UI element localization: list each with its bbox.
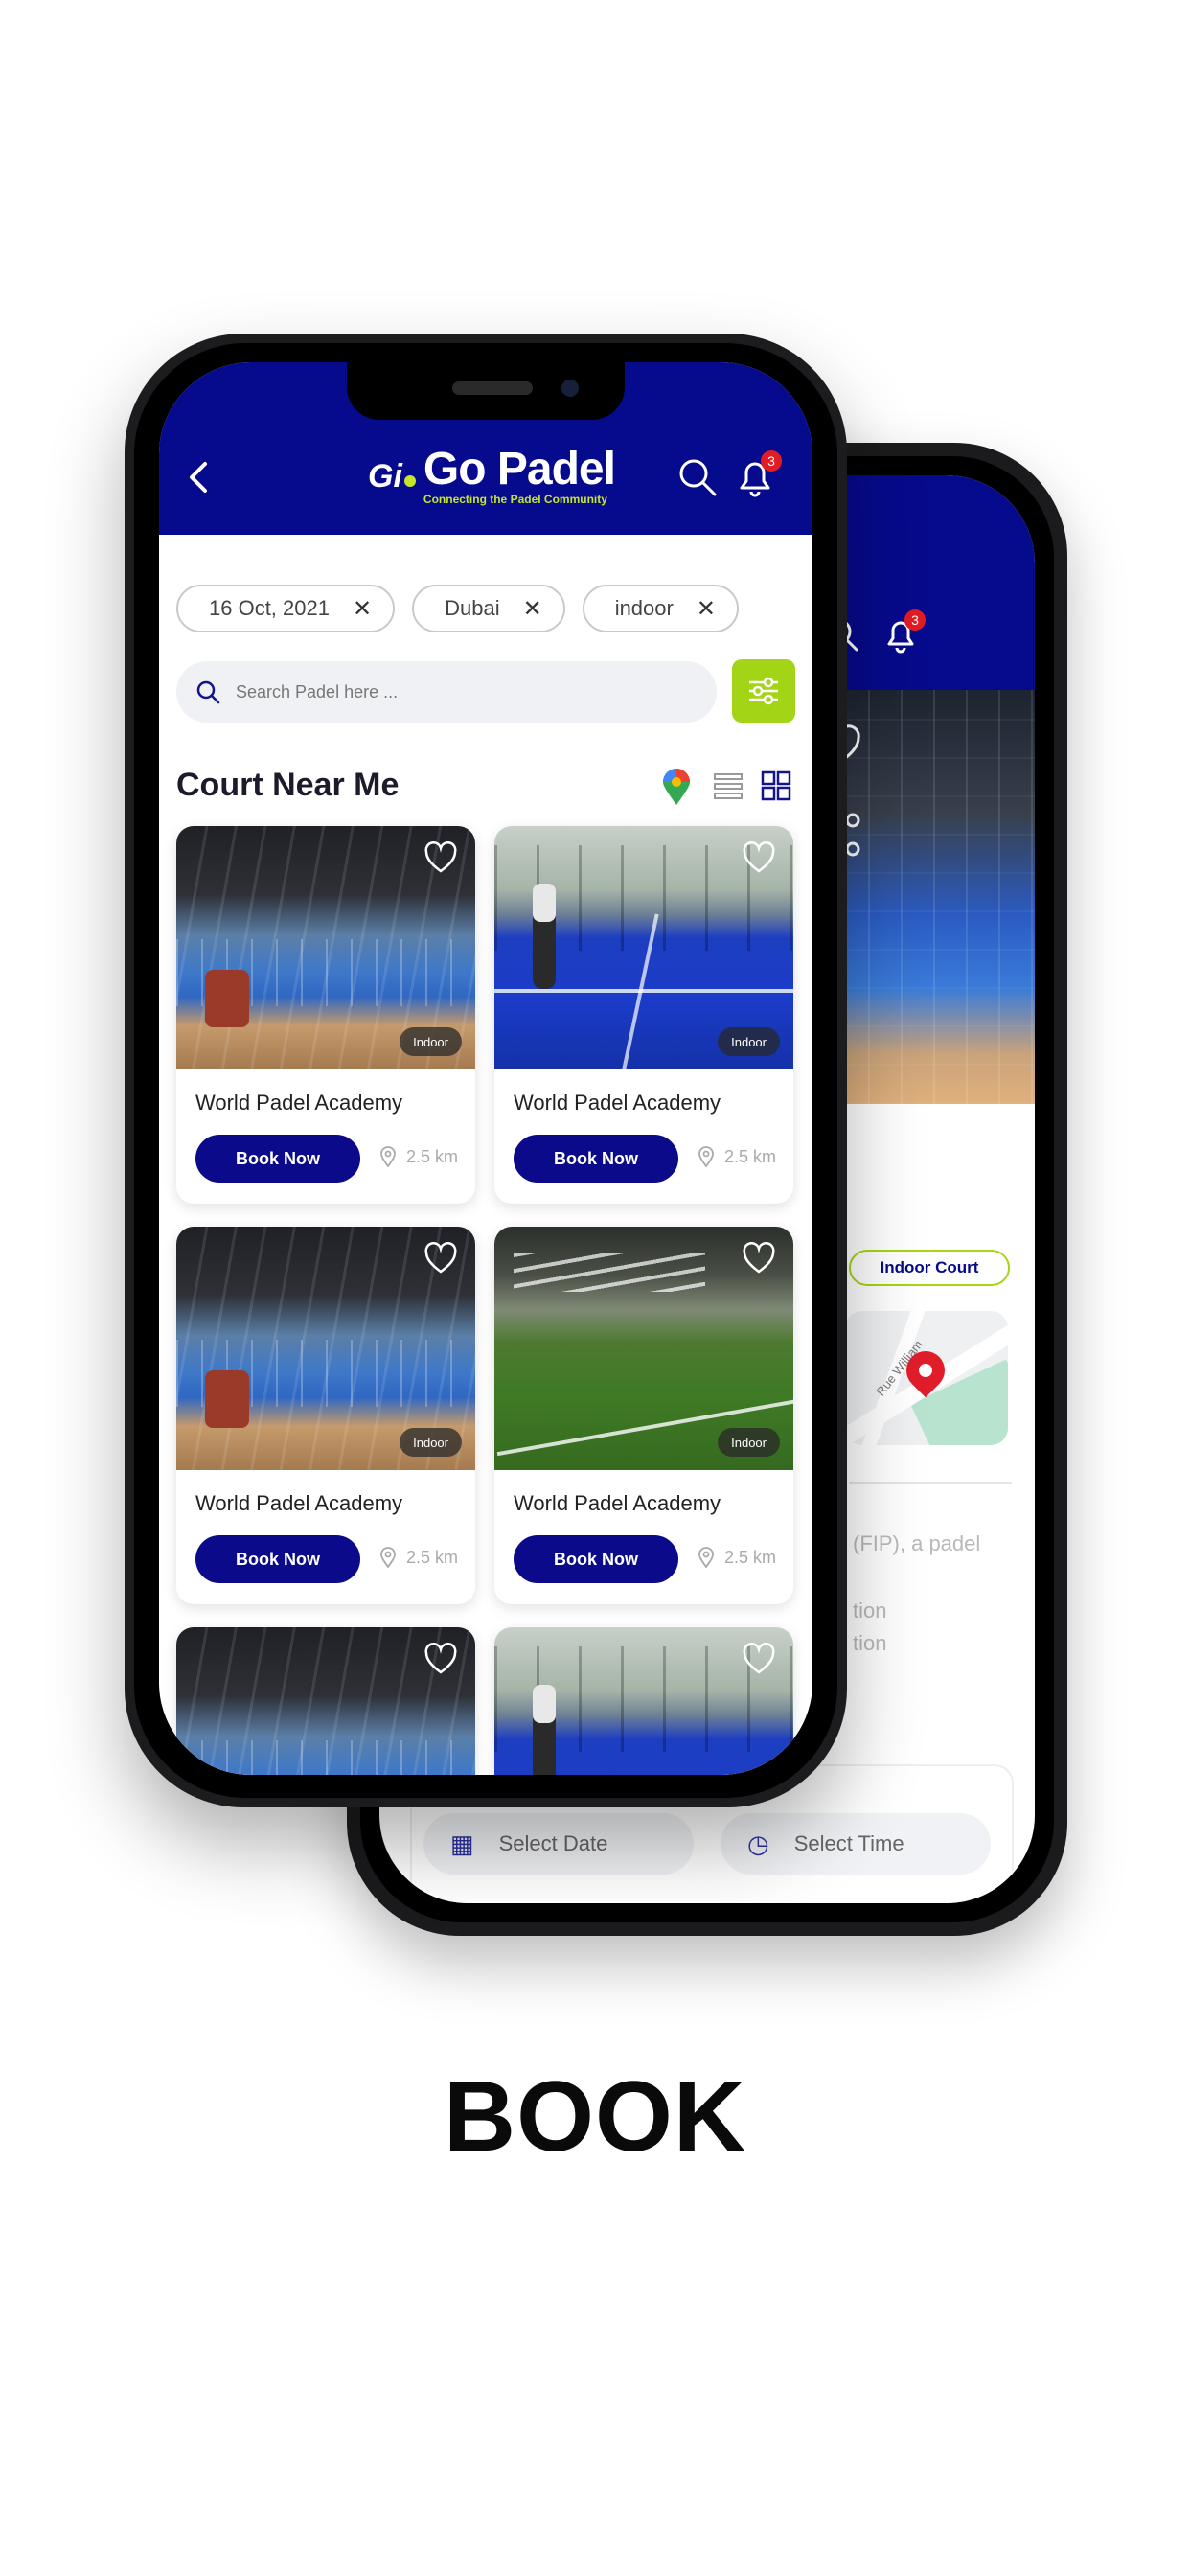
court-distance: 2.5 km (698, 1146, 776, 1167)
book-now-button[interactable]: Book Now (514, 1535, 678, 1583)
search-icon (196, 680, 220, 704)
sliders-icon (749, 677, 778, 705)
court-name: World Padel Academy (514, 1091, 721, 1115)
indoor-court-badge: Indoor Court (849, 1250, 1010, 1286)
app-tagline: Connecting the Padel Community (423, 493, 607, 506)
court-name: World Padel Academy (514, 1491, 721, 1515)
filter-chip-type[interactable]: indoor ✕ (582, 585, 739, 632)
court-type-badge: Indoor (718, 1428, 780, 1457)
chevron-left-icon (190, 462, 207, 493)
search-icon (679, 459, 717, 496)
clock-icon: ◷ (747, 1828, 769, 1858)
grid-icon (761, 770, 791, 801)
heart-icon[interactable] (742, 1242, 776, 1275)
filter-chip-city[interactable]: Dubai ✕ (412, 585, 565, 632)
court-card[interactable]: Indoor World Padel Academy Book Now 2.5 … (176, 826, 475, 1204)
court-distance: 2.5 km (379, 1547, 458, 1568)
court-name: World Padel Academy (195, 1091, 403, 1115)
heart-icon[interactable] (423, 1242, 458, 1275)
list-view-button[interactable] (711, 769, 747, 805)
notification-count: 3 (904, 610, 926, 631)
court-card[interactable] (176, 1627, 475, 1775)
heart-icon[interactable] (423, 841, 458, 874)
search-input[interactable] (236, 681, 638, 702)
select-date-label: Select Date (498, 1831, 608, 1855)
notification-button[interactable]: 3 (734, 450, 782, 498)
book-now-button[interactable]: Book Now (514, 1135, 678, 1183)
description-line: tion (853, 1631, 887, 1655)
court-type-badge: Indoor (400, 1428, 462, 1457)
court-card[interactable]: Indoor World Padel Academy Book Now 2.5 … (176, 1227, 475, 1604)
close-icon[interactable]: ✕ (697, 595, 716, 623)
court-name: World Padel Academy (195, 1491, 403, 1515)
filter-chip-date[interactable]: 16 Oct, 2021 ✕ (176, 585, 396, 632)
app-logo: Gi Go Padel Connecting the Padel Communi… (368, 444, 616, 507)
notification-count: 3 (761, 450, 782, 472)
location-icon (380, 1146, 396, 1167)
court-card[interactable]: Indoor World Padel Academy Book Now 2.5 … (494, 826, 793, 1204)
select-date-field[interactable]: ▦ Select Date (423, 1813, 694, 1874)
calendar-icon: ▦ (450, 1828, 474, 1858)
heart-icon[interactable] (742, 841, 776, 874)
heart-icon[interactable] (742, 1643, 776, 1675)
stage: 3 Indoor Court Rue William (FIP), a pade… (0, 0, 1190, 2576)
court-distance: 2.5 km (379, 1146, 458, 1167)
search-button[interactable] (676, 456, 719, 498)
heart-icon[interactable] (423, 1643, 458, 1675)
filter-button[interactable] (732, 659, 795, 723)
location-icon (380, 1547, 396, 1568)
location-icon (698, 1146, 714, 1167)
back-button[interactable] (180, 458, 218, 496)
front-phone: Gi Go Padel Connecting the Padel Communi… (125, 334, 847, 1807)
filter-chips: 16 Oct, 2021 ✕ Dubai ✕ indoor ✕ (176, 585, 739, 632)
grid-view-button[interactable] (759, 769, 795, 805)
front-phone-screen: Gi Go Padel Connecting the Padel Communi… (159, 362, 812, 1775)
court-card[interactable] (494, 1627, 793, 1775)
court-type-badge: Indoor (718, 1027, 780, 1056)
caption-title: BOOK (444, 2061, 746, 2173)
divider (849, 1482, 1012, 1484)
description-line: tion (853, 1598, 887, 1622)
close-icon[interactable]: ✕ (353, 595, 372, 623)
search-bar[interactable] (176, 661, 717, 723)
map-pin-icon (663, 769, 690, 805)
logo-mark: Gi (368, 458, 416, 495)
notch (347, 362, 625, 420)
app-name: Go Padel (423, 444, 616, 494)
description-line: (FIP), a padel (853, 1531, 981, 1555)
select-time-label: Select Time (793, 1831, 904, 1855)
court-card[interactable]: Indoor World Padel Academy Book Now 2.5 … (494, 1227, 793, 1604)
book-now-button[interactable]: Book Now (195, 1535, 360, 1583)
book-now-button[interactable]: Book Now (195, 1135, 360, 1183)
close-icon[interactable]: ✕ (523, 595, 542, 623)
court-distance: 2.5 km (698, 1547, 776, 1568)
list-icon (714, 773, 743, 799)
location-map[interactable]: Rue William (845, 1311, 1008, 1445)
location-icon (698, 1547, 714, 1568)
notification-button[interactable]: 3 (881, 610, 926, 654)
ball-icon (403, 474, 416, 487)
section-title: Court Near Me (176, 767, 400, 803)
court-type-badge: Indoor (400, 1027, 462, 1056)
map-view-button[interactable] (659, 769, 696, 805)
select-time-field[interactable]: ◷ Select Time (721, 1813, 991, 1874)
